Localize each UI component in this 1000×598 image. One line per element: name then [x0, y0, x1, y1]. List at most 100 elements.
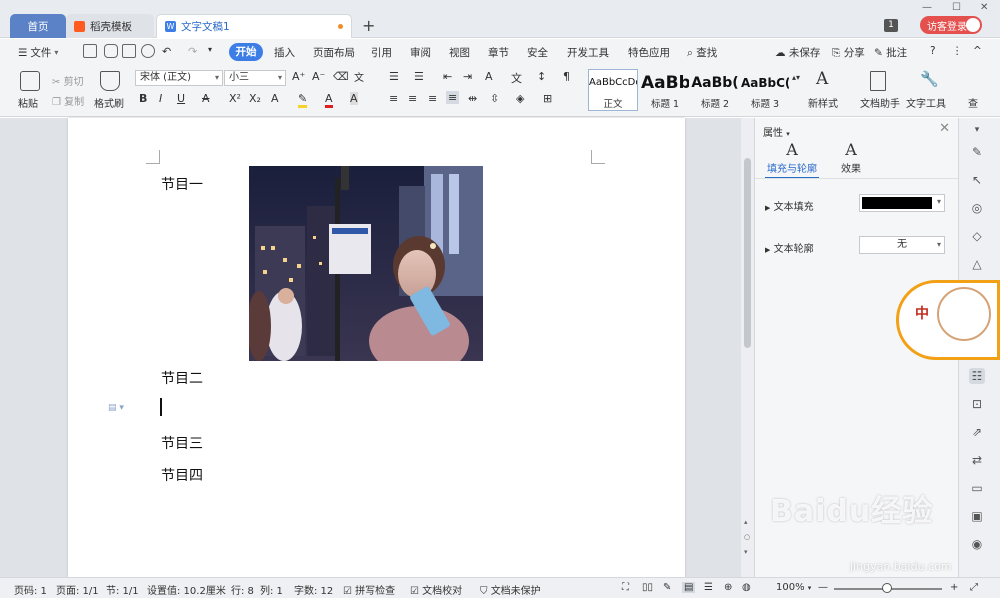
format-painter-button[interactable]: 格式刷 — [94, 95, 124, 110]
tab-document[interactable]: W 文字文稿1 — [156, 14, 352, 38]
print-preview-icon[interactable] — [141, 44, 155, 58]
tab-review[interactable]: 审阅 — [410, 45, 431, 60]
fit-page-icon[interactable]: ⤢ — [970, 582, 978, 593]
scroll-select-object-icon[interactable]: ○ — [744, 533, 750, 541]
tab-home[interactable]: 首页 — [10, 14, 66, 38]
style-heading-3[interactable]: AaBbC( 标题 3 — [740, 69, 790, 111]
font-size-select[interactable]: 小三 — [224, 70, 286, 86]
paragraph-handle-icon[interactable]: ▤ ▾ — [108, 403, 124, 413]
highlight-icon[interactable]: ✎ — [298, 92, 308, 108]
write-mode-icon[interactable]: ✎ — [663, 582, 671, 593]
help-icon[interactable]: ? — [930, 45, 936, 57]
align-left-icon[interactable]: ≡ — [389, 92, 398, 105]
more-icon[interactable]: ⋮ — [952, 45, 963, 57]
properties-sliders-icon[interactable]: ☷ — [969, 368, 985, 384]
cut-button[interactable]: ✂ 剪切 — [52, 73, 84, 88]
mascot-widget[interactable]: 中 — [896, 280, 1000, 360]
pen-icon[interactable]: ✎ — [969, 144, 985, 160]
text-outline-row[interactable]: ▶ 文本轮廓 — [765, 240, 814, 255]
char-shading-icon[interactable]: A — [350, 92, 358, 105]
tab-developer[interactable]: 开发工具 — [567, 45, 609, 60]
paragraph-spacing-icon[interactable]: ⇳ — [490, 92, 499, 105]
doc-line-1[interactable]: 节目一 — [161, 174, 203, 194]
text-outline-select[interactable]: 无 — [859, 236, 945, 254]
fullscreen-icon[interactable]: ⛶ — [622, 582, 629, 593]
font-name-select[interactable]: 宋体 (正文) — [135, 70, 223, 86]
export-pdf-icon[interactable] — [104, 44, 118, 58]
status-row[interactable]: 行: 8 — [231, 582, 254, 597]
zoom-level[interactable]: 100% ▾ — [776, 582, 811, 593]
clear-format-icon[interactable]: ⌫ — [333, 70, 349, 83]
distribute-icon[interactable]: ⇹ — [468, 92, 477, 105]
status-words[interactable]: 字数: 12 — [294, 582, 333, 597]
style-heading-1[interactable]: AaBb 标题 1 — [640, 69, 690, 111]
chinese-layout-icon[interactable]: 文 — [511, 70, 522, 86]
export-icon[interactable]: ⇗ — [969, 424, 985, 440]
eye-protect-icon[interactable]: ◍ — [742, 582, 751, 593]
text-fill-color-picker[interactable] — [859, 194, 945, 212]
status-setting[interactable]: 设置值: 10.2厘米 — [147, 582, 226, 597]
tab-start[interactable]: 开始 — [229, 43, 263, 61]
read-mode-icon[interactable]: ▯▯ — [642, 582, 653, 593]
scrollbar-thumb[interactable] — [744, 158, 751, 348]
doc-helper-icon[interactable] — [870, 71, 886, 91]
search-button[interactable]: ⌕ 查找 — [687, 45, 717, 60]
spell-check-button[interactable]: ☑ 拼写检查 — [343, 582, 395, 597]
change-case-icon[interactable]: A — [485, 70, 493, 83]
borders-icon[interactable]: ⊞ — [543, 92, 552, 105]
status-section[interactable]: 节: 1/1 — [106, 582, 139, 597]
strip-toggle-icon[interactable]: ▾ — [969, 122, 985, 138]
collapse-ribbon-icon[interactable]: ^ — [973, 45, 982, 57]
document-page[interactable]: 节目一 节目二 ▤ ▾ 节目三 节目四 — [68, 118, 685, 577]
web-view-icon[interactable]: ⊕ — [724, 582, 732, 593]
cursor-icon[interactable]: ↖ — [969, 172, 985, 188]
phonetic-icon[interactable]: 文 — [354, 69, 364, 84]
format-painter-icon[interactable] — [100, 71, 120, 91]
wrench-icon[interactable]: 🔧 — [920, 70, 939, 88]
paste-button[interactable]: 粘贴 — [18, 95, 38, 110]
share-button[interactable]: ⎘ 分享 — [832, 45, 865, 60]
strikethrough-icon[interactable]: A — [202, 92, 210, 105]
minimize-icon[interactable]: — — [922, 2, 932, 13]
translate-icon[interactable]: ⇄ — [969, 452, 985, 468]
zoom-slider-handle[interactable] — [882, 583, 892, 593]
picture-icon[interactable]: ▣ — [969, 508, 985, 524]
save-icon[interactable] — [83, 44, 97, 58]
doc-line-3[interactable]: 节目三 — [161, 433, 203, 453]
protect-button[interactable]: ⛉ 文档未保护 — [480, 582, 541, 597]
tab-references[interactable]: 引用 — [371, 45, 392, 60]
tab-template[interactable]: 稻壳模板 — [66, 14, 154, 38]
comment-button[interactable]: ✎ 批注 — [874, 45, 907, 60]
paste-icon[interactable] — [20, 71, 40, 91]
superscript-icon[interactable]: X² — [229, 92, 241, 105]
align-center-icon[interactable]: ≡ — [408, 92, 417, 105]
new-style-icon[interactable]: A — [816, 69, 828, 89]
decrease-indent-icon[interactable]: ⇤ — [443, 70, 452, 83]
status-col[interactable]: 列: 1 — [260, 582, 283, 597]
inserted-photo[interactable] — [249, 166, 483, 361]
pyramid-icon[interactable]: △ — [969, 256, 985, 272]
status-pages[interactable]: 页面: 1/1 — [56, 582, 99, 597]
status-page-number[interactable]: 页码: 1 — [14, 582, 47, 597]
vertical-scrollbar[interactable]: ▴ ○ ▾ — [741, 118, 754, 577]
justify-icon[interactable]: ≡ — [446, 91, 460, 104]
close-icon[interactable]: ✕ — [980, 2, 988, 13]
increase-indent-icon[interactable]: ⇥ — [463, 70, 472, 83]
tab-fill-outline[interactable]: A 填充与轮廓 — [765, 140, 819, 179]
tab-security[interactable]: 安全 — [527, 45, 548, 60]
font-color-icon[interactable]: A — [325, 92, 333, 108]
subscript-icon[interactable]: X₂ — [249, 92, 261, 105]
shapes-icon[interactable]: ◇ — [969, 228, 985, 244]
guest-login-button[interactable]: 访客登录 — [920, 16, 982, 34]
text-fill-row[interactable]: ▶ 文本填充 — [765, 198, 814, 213]
line-spacing-icon[interactable]: ↕ — [537, 70, 546, 83]
tab-view[interactable]: 视图 — [449, 45, 470, 60]
page-view-icon[interactable]: ▤ — [682, 582, 696, 593]
scroll-up-page-icon[interactable]: ▴ — [744, 518, 748, 526]
copy-button[interactable]: ❐ 复制 — [52, 93, 84, 108]
quick-access-dropdown-icon[interactable]: ▾ — [208, 45, 212, 54]
align-right-icon[interactable]: ≡ — [428, 92, 437, 105]
maximize-icon[interactable]: ☐ — [952, 2, 961, 13]
new-style-button[interactable]: 新样式 — [808, 95, 838, 110]
print-icon[interactable] — [122, 44, 136, 58]
